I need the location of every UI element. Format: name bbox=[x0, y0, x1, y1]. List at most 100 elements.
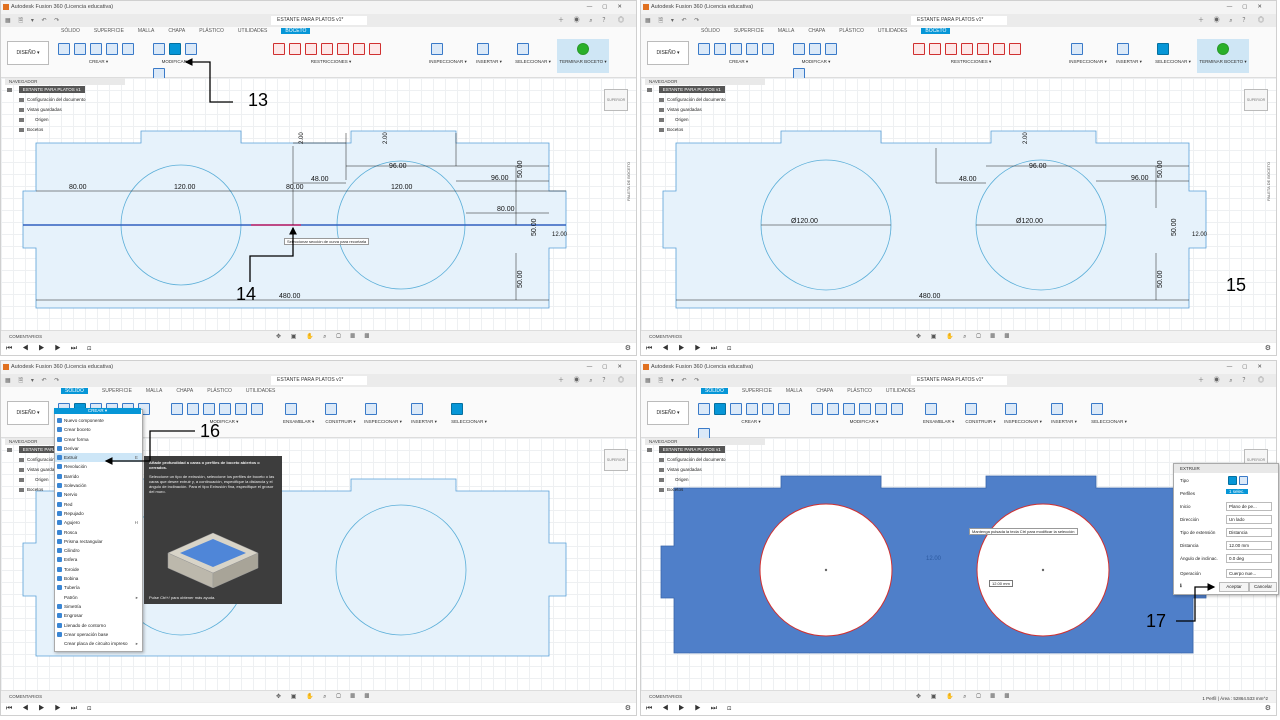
direction-select[interactable]: Un lado bbox=[1226, 515, 1272, 524]
workspace-tabs[interactable]: SÓLIDO SUPERFICIE MALLA CHAPA PLÁSTICO UTILID… bbox=[61, 28, 324, 34]
menu-item[interactable]: Crear operación base bbox=[55, 630, 142, 639]
trim-icon[interactable] bbox=[169, 43, 181, 55]
user-icons[interactable]: ＋ ◉ ⌕ ？ ◎ bbox=[558, 15, 628, 25]
tab-solido[interactable]: SÓLIDO bbox=[61, 28, 80, 34]
tab-utilidades[interactable]: UTILIDADES bbox=[238, 28, 267, 34]
trim-tooltip: Seleccionar sección de curva para recort… bbox=[284, 238, 370, 245]
dim-50-bottom: 50.00 bbox=[517, 270, 524, 288]
menu-item[interactable]: Agujero H bbox=[55, 518, 142, 527]
distance-field[interactable]: 12.00 mm bbox=[1226, 541, 1272, 550]
check-icon bbox=[577, 43, 589, 55]
ok-button[interactable]: Aceptar bbox=[1219, 582, 1249, 592]
callout-13: 13 bbox=[248, 90, 269, 110]
menu-item[interactable]: Nervio bbox=[55, 490, 142, 499]
create-menu-header[interactable]: CREAR ▾ bbox=[54, 408, 141, 414]
menu-item[interactable]: Derivar bbox=[55, 444, 142, 453]
dim-2-right: 2.00 bbox=[383, 132, 389, 144]
extrude-tooltip: Añade profundidad a caras o perfiles de … bbox=[144, 456, 282, 604]
menu-item[interactable]: Crear placa de circuito impreso ▸ bbox=[55, 639, 142, 648]
navigator-panel[interactable]: NAVEGADOR ESTANTE PARA PLATOS v1 Configu… bbox=[5, 78, 125, 143]
menu-item[interactable]: Esfera bbox=[55, 555, 142, 564]
panel-trim-sketch: Autodesk Fusion 360 (Licencia educativa)… bbox=[0, 0, 637, 356]
fusion-logo-icon bbox=[3, 4, 9, 10]
ctrl-tooltip: Mantenga pulsada la tecla Ctrl para modi… bbox=[969, 528, 1078, 535]
insert-group[interactable]: INSERTAR ▾ bbox=[475, 39, 503, 73]
info-icon[interactable]: ℹ bbox=[1180, 583, 1182, 589]
dim-50-top: 50.00 bbox=[517, 160, 524, 178]
menu-item[interactable]: Prisma rectangular bbox=[55, 537, 142, 546]
menu-item[interactable]: Tubería bbox=[55, 583, 142, 592]
svg-text:50.00: 50.00 bbox=[1171, 218, 1178, 236]
menu-item[interactable]: Barrido bbox=[55, 472, 142, 481]
inspect-group[interactable]: INSPECCIONAR ▾ bbox=[429, 39, 467, 73]
finish-sketch-button[interactable]: TERMINAR BOCETO ▾ bbox=[557, 39, 609, 73]
viewcube[interactable]: SUPERIOR bbox=[604, 89, 628, 111]
callout-16: 16 bbox=[200, 421, 221, 441]
panel-dimensioned-sketch: Autodesk Fusion 360 (Licencia educativa)… bbox=[640, 0, 1277, 356]
dim-80-right: 80.00 bbox=[497, 206, 515, 213]
timeline[interactable]: ⏮ ◀ ▶ ▶ ⏭ ⊡ ⚙ bbox=[1, 342, 636, 355]
tab-malla[interactable]: MALLA bbox=[138, 28, 154, 34]
menu-item[interactable]: Solevación bbox=[55, 481, 142, 490]
dim-120-right: 120.00 bbox=[391, 184, 413, 191]
extent-select[interactable]: Distancia bbox=[1226, 528, 1272, 537]
menu-item[interactable]: Simetría bbox=[55, 602, 142, 611]
menu-item[interactable]: Toroide bbox=[55, 565, 142, 574]
tab-superficie[interactable]: SUPERFICIE bbox=[94, 28, 124, 34]
svg-text:2.00: 2.00 bbox=[1023, 132, 1029, 144]
menu-item[interactable]: Repujado bbox=[55, 509, 142, 518]
menu-item[interactable]: Rosca bbox=[55, 528, 142, 537]
extrude-dialog[interactable]: EXTRUIR Tipo Perfiles 1 selec. Inicio Pl… bbox=[1173, 463, 1279, 595]
sketch-palette-tab[interactable]: PALETA DE BOCETO bbox=[626, 151, 634, 211]
dim-80-left: 80.00 bbox=[69, 184, 87, 191]
menu-item[interactable]: Revolución bbox=[55, 462, 142, 471]
cancel-button[interactable]: Cancelar bbox=[1249, 582, 1277, 592]
svg-text:50.00: 50.00 bbox=[1157, 270, 1164, 288]
menu-item[interactable]: Red bbox=[55, 500, 142, 509]
quick-access-bar: ▦ 🗎 ▾ ↶ ↷ ESTANTE PARA PLATOS v1* ＋ ◉ ⌕ … bbox=[1, 14, 636, 27]
callout-17: 17 bbox=[1146, 611, 1167, 631]
modify-group[interactable]: MODIFICAR ▾ bbox=[151, 39, 201, 80]
svg-text:96.00: 96.00 bbox=[1131, 175, 1149, 182]
window-controls[interactable]: —▢✕ bbox=[587, 1, 632, 14]
menu-item[interactable]: Crear forma bbox=[55, 435, 142, 444]
menu-item-extrude[interactable]: Extruir E bbox=[55, 453, 142, 463]
tab-chapa[interactable]: CHAPA bbox=[168, 28, 185, 34]
menu-item[interactable]: Bobina bbox=[55, 574, 142, 583]
dim-2-top: 2.00 bbox=[299, 132, 305, 144]
start-select[interactable]: Plano de pe... bbox=[1226, 502, 1272, 511]
type-icons[interactable] bbox=[1226, 476, 1248, 486]
create-group[interactable]: CREAR ▾ bbox=[56, 39, 141, 73]
create-dropdown-menu[interactable]: Nuevo componente Crear boceto Crear form… bbox=[54, 409, 143, 652]
tab-plastico[interactable]: PLÁSTICO bbox=[199, 28, 224, 34]
menu-item[interactable]: Llenado de contorno bbox=[55, 621, 142, 630]
operation-select[interactable]: Cuerpo nue... bbox=[1226, 569, 1272, 578]
grid-menu-icon[interactable]: ▦ 🗎 ▾ ↶ ↷ bbox=[5, 16, 62, 26]
svg-text:96.00: 96.00 bbox=[1029, 163, 1047, 170]
status-area: 1 Perfil | Área : 52864.533 mm^2 bbox=[1202, 696, 1268, 701]
svg-text:12.00: 12.00 bbox=[1192, 232, 1208, 238]
menu-item[interactable]: Nuevo componente bbox=[55, 416, 142, 425]
menu-item[interactable]: Cilindro bbox=[55, 546, 142, 555]
document-tab[interactable]: ESTANTE PARA PLATOS v1* bbox=[271, 16, 367, 25]
dim-dia-left: Ø120.00 bbox=[791, 218, 818, 225]
title-bar: Autodesk Fusion 360 (Licencia educativa)… bbox=[1, 1, 636, 14]
constraints-group[interactable]: RESTRICCIONES ▾ bbox=[271, 39, 391, 73]
callout-15: 15 bbox=[1226, 275, 1247, 295]
dim-12: 12.00 bbox=[552, 232, 568, 238]
tab-boceto[interactable]: BOCETO bbox=[281, 28, 311, 34]
design-button[interactable]: DISEÑO ▾ bbox=[7, 41, 49, 65]
gear-icon[interactable]: ⚙ bbox=[625, 343, 631, 355]
dim-dia-right: Ø120.00 bbox=[1016, 218, 1043, 225]
select-group[interactable]: SELECCIONAR ▾ bbox=[515, 39, 551, 73]
view-tools[interactable]: ✥ ▣ ✋ ⌕ ▢ ▦ ▦ bbox=[276, 333, 373, 341]
svg-text:50.00: 50.00 bbox=[1157, 160, 1164, 178]
menu-item[interactable]: Engrosar bbox=[55, 611, 142, 620]
distance-input[interactable]: 12.00 mm bbox=[989, 580, 1013, 587]
profiles-selector[interactable]: 1 selec. bbox=[1226, 489, 1248, 494]
angle-field[interactable]: 0.0 deg bbox=[1226, 554, 1272, 563]
menu-item[interactable]: Patrón ▸ bbox=[55, 593, 142, 602]
dim-80-center: 80.00 bbox=[286, 184, 304, 191]
menu-item[interactable]: Crear boceto bbox=[55, 425, 142, 434]
sketch-toolbar: SÓLIDO SUPERFICIE MALLA CHAPA PLÁSTICO UTILID… bbox=[1, 27, 636, 80]
